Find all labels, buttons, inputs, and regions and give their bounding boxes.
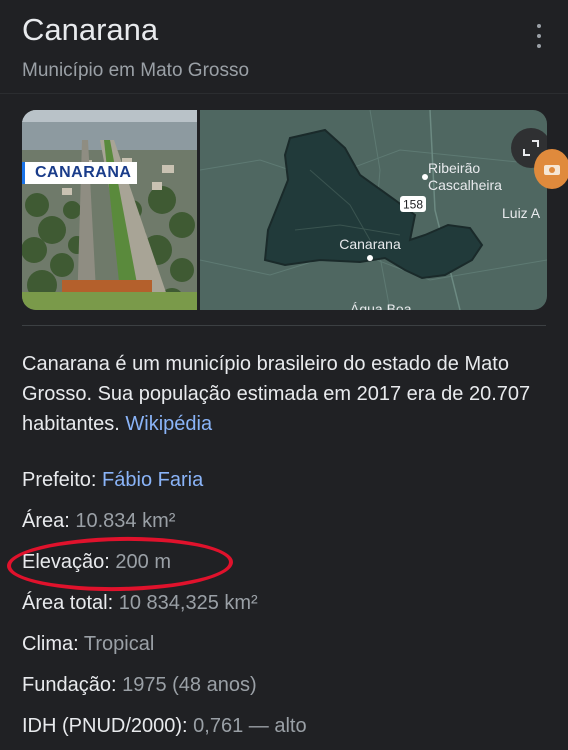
city-photo[interactable]: CANARANA — [22, 110, 197, 310]
more-vert-icon[interactable] — [532, 24, 546, 48]
map-label-canarana: Canarana — [339, 236, 401, 252]
description-text: Canarana é um município brasileiro do es… — [22, 353, 531, 435]
road-shield: 158 — [403, 198, 423, 212]
fact-label: Elevação: — [22, 551, 116, 573]
fact-label: Fundação: — [22, 674, 123, 696]
fact-value: 10 834,325 km² — [118, 592, 258, 614]
page-title: Canarana — [22, 12, 159, 47]
fact-label: Prefeito: — [22, 469, 103, 491]
map-thumbnail[interactable]: 158 Canarana Ribeirão Cascalheira Luiz A… — [199, 110, 547, 310]
media-carousel: CANARANA 158 Canarana Ribeirão Cascalhei… — [22, 110, 547, 310]
description-paragraph: Canarana é um município brasileiro do es… — [22, 349, 542, 439]
knowledge-panel-header: Canarana Município em Mato Grosso — [22, 10, 546, 82]
divider — [0, 93, 568, 94]
fact-label: Área: — [22, 510, 76, 532]
fact-area: Área: 10.834 km² — [22, 504, 552, 545]
fact-label: Área total: — [22, 592, 119, 614]
fact-value: 10.834 km² — [75, 510, 176, 532]
fact-label: IDH (PNUD/2000): — [22, 715, 194, 737]
photo-title-badge: CANARANA — [22, 162, 138, 184]
fact-label: Clima: — [22, 633, 84, 655]
page-subtitle: Município em Mato Grosso — [22, 60, 250, 81]
fact-value: Tropical — [83, 633, 155, 655]
fact-value: 0,761 — alto — [193, 715, 307, 737]
prefeito-link[interactable]: Fábio Faria — [102, 469, 203, 491]
divider — [22, 325, 546, 326]
fact-clima: Clima: Tropical — [22, 627, 552, 668]
fact-fundacao: Fundação: 1975 (48 anos) — [22, 668, 552, 709]
map-label-ribeirao: Ribeirão — [428, 160, 480, 176]
wikipedia-link[interactable]: Wikipédia — [125, 413, 212, 435]
fact-value: 1975 (48 anos) — [122, 674, 257, 696]
map-label-agua-boa: Água Boa — [350, 301, 412, 310]
fact-elevacao: Elevação: 200 m — [22, 545, 552, 586]
map-label-cascalheira: Cascalheira — [428, 177, 502, 193]
facts-list: Prefeito: Fábio Faria Área: 10.834 km² E… — [22, 463, 552, 750]
fact-area-total: Área total: 10 834,325 km² — [22, 586, 552, 627]
camera-icon[interactable] — [534, 149, 568, 189]
fact-prefeito: Prefeito: Fábio Faria — [22, 463, 552, 504]
map-label-luiz: Luiz A — [502, 205, 541, 221]
fact-idh: IDH (PNUD/2000): 0,761 — alto — [22, 709, 552, 750]
fact-value: 200 m — [115, 551, 171, 573]
